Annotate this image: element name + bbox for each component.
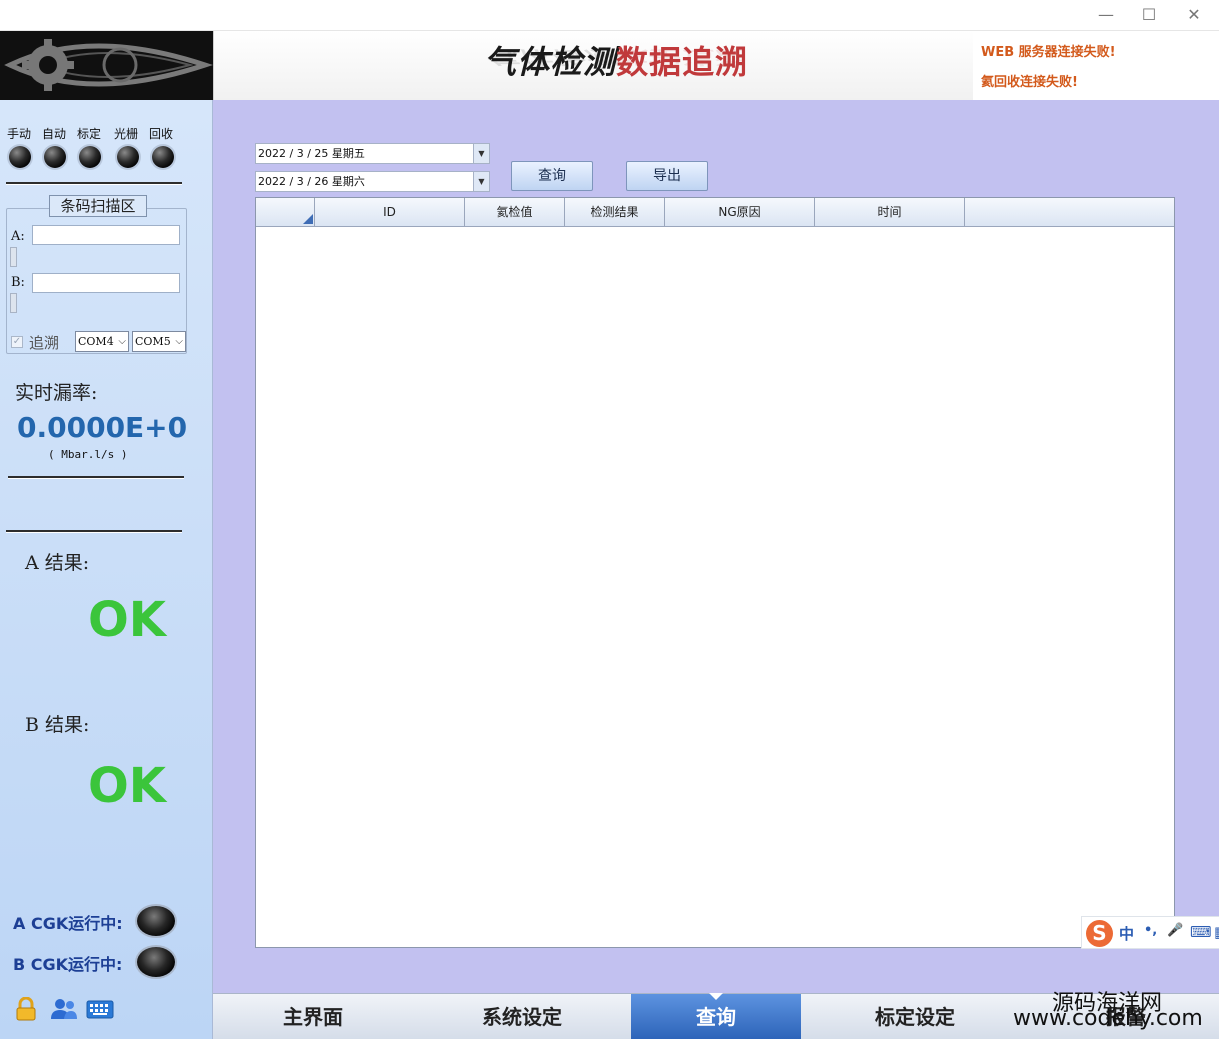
field-b-label: B: [11,275,25,290]
barcode-a-input[interactable] [32,225,180,245]
mode-label-recycle: 回收 [149,127,174,141]
maximize-button[interactable]: ☐ [1136,4,1162,26]
trace-checkbox-label: 追溯 [29,334,60,352]
keyboard-icon[interactable] [86,997,114,1021]
lock-icon[interactable] [12,997,40,1021]
divider [6,182,182,185]
row-header-corner[interactable] [256,198,315,227]
connection-status: WEB 服务器连接失败! 氦回收连接失败! [973,31,1219,100]
watermark-line-2: www.codehy.com [1013,1006,1203,1031]
dropdown-arrow-icon[interactable]: ▼ [473,144,489,163]
com-b-select[interactable]: COM5 ⌵ [132,331,186,352]
dropdown-arrow-icon[interactable]: ▼ [473,172,489,191]
title-bar: — ☐ ✕ [0,0,1219,31]
app-title-reflection: 气体检测数据追溯 [484,46,749,68]
close-button[interactable]: ✕ [1181,4,1207,26]
select-all-icon [303,214,313,224]
chevron-down-icon: ⌵ [118,336,126,347]
nav-calibration-settings[interactable]: 标定设定 [830,994,1000,1039]
cgk-b-label: B CGK运行中: [13,955,123,974]
divider [8,476,184,479]
keyboard-icon[interactable]: ⌨ [1190,923,1212,941]
eye-gear-logo-icon [0,31,213,100]
result-a-value: OK [88,592,166,648]
app-window: — ☐ ✕ 气体检测数据追溯 气体检测数据追溯 WEB 服务器连接失败! 氦回收… [0,0,1219,1039]
barcode-scan-group: 条码扫描区 A: B: ✓ 追溯 COM4 ⌵ COM5 ⌵ [6,195,187,354]
company-logo [0,31,213,100]
minimize-button[interactable]: — [1093,4,1119,26]
barcode-scan-title: 条码扫描区 [49,195,147,217]
active-caret-icon [709,993,723,1000]
end-date-picker[interactable]: 2022 / 3 / 26 星期六 ▼ [255,171,490,192]
cgk-b-indicator-lamp [137,947,175,977]
result-b-value: OK [88,758,166,814]
ime-toolbar[interactable]: S 中 •, 🎤 ⌨ ▦ [1081,916,1219,949]
query-button[interactable]: 查询 [511,161,593,191]
banner: 气体检测数据追溯 气体检测数据追溯 [213,31,973,100]
column-header-helium-value[interactable]: 氦检值 [465,198,565,227]
calibrate-indicator-lamp [79,146,101,168]
leak-rate-unit: ( Mbar.l/s ) [48,448,128,461]
mode-label-manual: 手动 [7,127,32,141]
left-panel: 手动 自动 标定 光栅 回收 条码扫描区 A: B: ✓ 追溯 COM4 ⌵ CO… [0,100,213,1039]
trace-checkbox[interactable]: ✓ [11,336,23,348]
column-header-time[interactable]: 时间 [815,198,965,227]
column-header-test-result[interactable]: 检测结果 [565,198,665,227]
mode-label-auto: 自动 [42,127,67,141]
query-panel: 2022 / 3 / 25 星期五 ▼ 2022 / 3 / 26 星期六 ▼ … [213,100,1219,993]
results-table[interactable]: ID 氦检值 检测结果 NG原因 时间 S 中 •, 🎤 ⌨ ▦ [255,197,1219,949]
sogou-ime-icon[interactable]: S [1086,920,1113,947]
chevron-down-icon: ⌵ [175,336,183,347]
manual-indicator-lamp [9,146,31,168]
mode-label-calibrate: 标定 [77,127,102,141]
nav-query[interactable]: 查询 [631,993,801,1039]
table-header: ID 氦检值 检测结果 NG原因 时间 [256,198,1174,227]
start-date-picker[interactable]: 2022 / 3 / 25 星期五 ▼ [255,143,490,164]
ime-chinese-mode[interactable]: 中 [1119,923,1134,944]
grating-indicator-lamp [117,146,139,168]
divider [6,530,182,533]
recycle-indicator-lamp [152,146,174,168]
result-a-label: A 结果: [25,552,90,574]
barcode-b-scroll [10,293,17,313]
ime-toolbox-icon[interactable]: ▦ [1214,923,1219,941]
auto-indicator-lamp [44,146,66,168]
com-a-select[interactable]: COM4 ⌵ [75,331,129,352]
column-header-ng-reason[interactable]: NG原因 [665,198,815,227]
leak-rate-label: 实时漏率: [15,382,98,404]
ime-punctuation-icon[interactable]: •, [1144,923,1157,938]
nav-system-settings[interactable]: 系统设定 [437,994,607,1039]
web-status-text: WEB 服务器连接失败! [981,45,1116,60]
column-header-id[interactable]: ID [315,198,465,227]
barcode-b-input[interactable] [32,273,180,293]
microphone-icon[interactable]: 🎤 [1167,923,1183,938]
cgk-a-label: A CGK运行中: [13,914,123,933]
leak-rate-value: 0.0000E+0 [17,411,188,444]
result-b-label: B 结果: [25,714,90,736]
export-button[interactable]: 导出 [626,161,708,191]
barcode-a-scroll [10,247,17,267]
cgk-a-indicator-lamp [137,906,175,936]
users-icon[interactable] [50,997,78,1021]
header: 气体检测数据追溯 气体检测数据追溯 WEB 服务器连接失败! 氦回收连接失败! [0,31,1219,100]
helium-status-text: 氦回收连接失败! [981,75,1078,90]
nav-main[interactable]: 主界面 [228,994,398,1039]
field-a-label: A: [11,229,25,244]
mode-label-grating: 光栅 [114,127,139,141]
